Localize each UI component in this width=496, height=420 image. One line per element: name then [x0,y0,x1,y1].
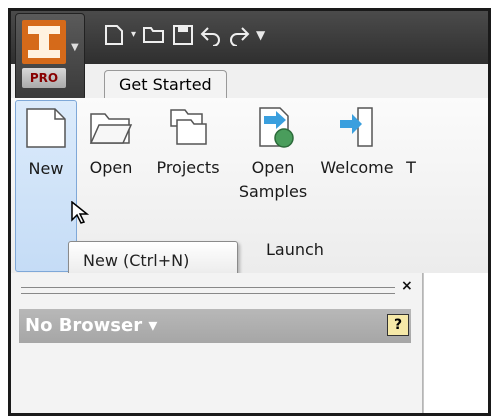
open-button[interactable]: Open [81,100,141,244]
welcome-button[interactable]: Welcome [315,100,399,244]
launch-panel-label: Launch [266,240,324,259]
open-folder-icon [89,113,133,144]
model-browser-pane: × No Browser ▾ ? [11,273,423,413]
ribbon-tabs: Get Started Tools Autodesk 36 [96,64,488,99]
qat-dropdown-icon[interactable]: ▾ [131,23,136,47]
title-bar: ▼ PRO ▾ ▼ [11,11,488,101]
open-samples-button-label: Open Samples [238,158,308,201]
new-button-label: New [28,159,64,178]
welcome-icon [340,107,373,147]
quick-access-toolbar: ▾ ▼ [103,21,265,49]
new-file-icon[interactable] [103,24,125,46]
open-button-label: Open [89,158,133,177]
truncated-button-label: T [406,158,416,177]
new-file-icon [26,108,66,148]
graphics-window [423,273,488,413]
open-samples-icon [259,107,294,148]
app-window: ▼ PRO ▾ ▼ Get Started Tools Autodesk 36 … [8,8,491,416]
projects-button[interactable]: Projects [145,100,231,244]
customize-dropdown-icon[interactable]: ▼ [256,23,265,47]
save-icon[interactable] [172,24,194,46]
welcome-button-label: Welcome [320,158,394,177]
projects-button-label: Projects [156,158,220,177]
browser-close-button[interactable]: × [401,278,413,294]
inventor-logo-icon [22,20,66,64]
edition-badge: PRO [22,68,66,88]
tab-autodesk-360[interactable]: Autodesk 36 [343,70,471,98]
application-menu-button[interactable]: ▼ PRO [15,13,85,101]
ribbon-button-truncated[interactable]: T [401,100,421,244]
undo-icon[interactable] [200,24,222,46]
open-samples-button[interactable]: Open Samples [235,100,311,244]
open-folder-icon[interactable] [142,24,166,46]
browser-selector[interactable]: No Browser ▾ [25,315,157,336]
app-menu-caret-icon: ▼ [71,42,79,53]
browser-title-bar: No Browser ▾ ? [19,309,411,343]
browser-drag-handle[interactable] [21,287,395,294]
redo-icon[interactable] [228,24,250,46]
mouse-pointer-icon [71,200,90,229]
tab-tools[interactable]: Tools [256,70,323,98]
projects-icon [170,109,207,145]
tab-get-started[interactable]: Get Started [104,70,227,99]
help-icon[interactable]: ? [387,314,409,336]
